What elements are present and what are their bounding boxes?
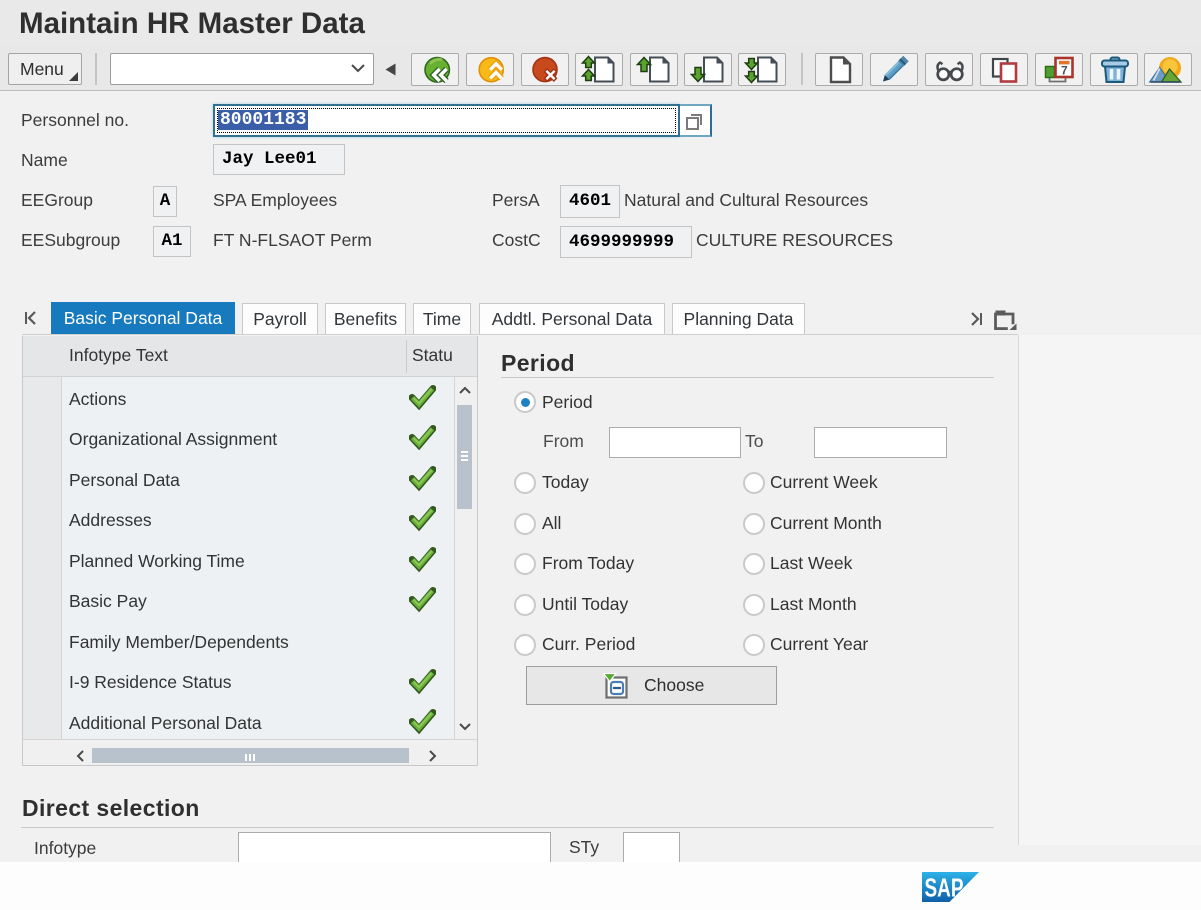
svg-text:7: 7 (1061, 64, 1068, 78)
svg-text:SAP: SAP (925, 873, 964, 903)
